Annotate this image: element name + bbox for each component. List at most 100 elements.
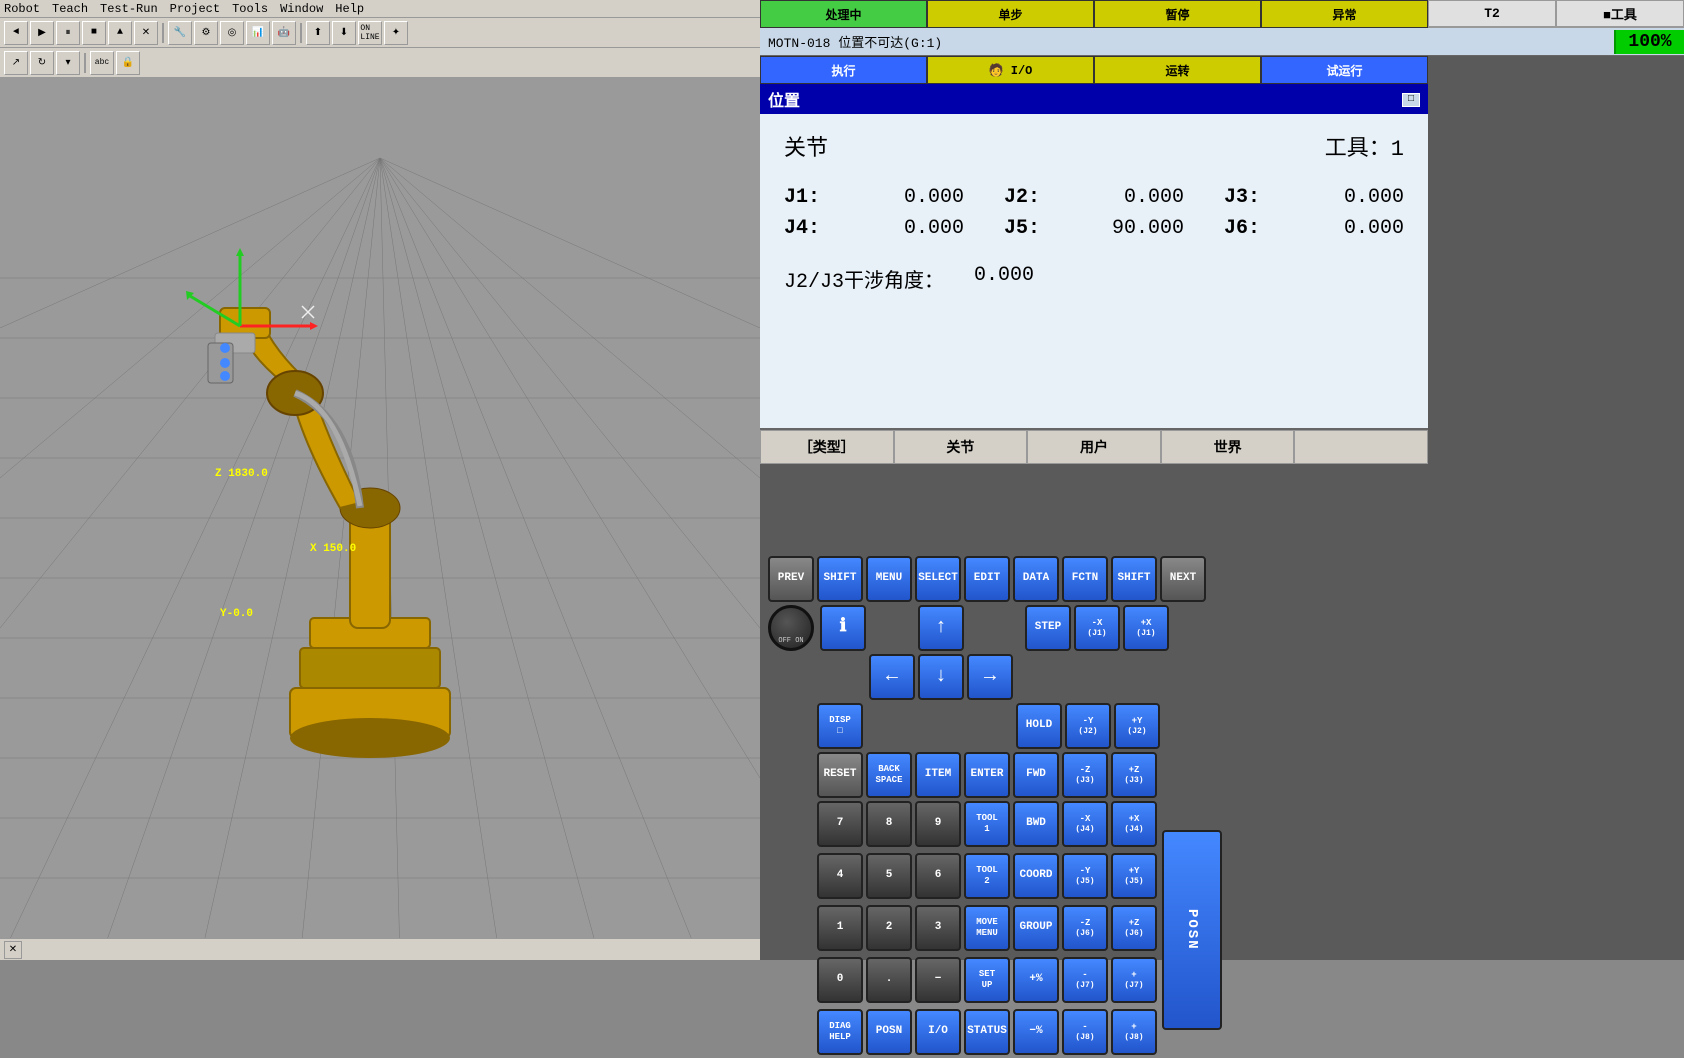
minus-x-j4-button[interactable]: -X(J4) [1062, 801, 1108, 847]
status-processing[interactable]: 处理中 [760, 0, 927, 28]
num-minus[interactable]: − [915, 957, 961, 1003]
hold-button[interactable]: HOLD [1016, 703, 1062, 749]
tb2-rotate[interactable]: ↻ [30, 51, 54, 75]
num-5[interactable]: 5 [866, 853, 912, 899]
plus-y-j2-button[interactable]: +Y(J2) [1114, 703, 1160, 749]
setup-button[interactable]: SETUP [964, 957, 1010, 1003]
status-button[interactable]: STATUS [964, 1009, 1010, 1055]
num-7[interactable]: 7 [817, 801, 863, 847]
num-1[interactable]: 1 [817, 905, 863, 951]
io-btn[interactable]: 🧑 I/O [927, 56, 1094, 84]
move-menu-button[interactable]: MOVEMENU [964, 905, 1010, 951]
tb-play[interactable]: ▶ [30, 21, 54, 45]
fctn-button[interactable]: FCTN [1062, 556, 1108, 602]
backspace-button[interactable]: BACKSPACE [866, 752, 912, 798]
fwd-button[interactable]: FWD [1013, 752, 1059, 798]
minus-z-j6-button[interactable]: -Z(J6) [1062, 905, 1108, 951]
tb-step-up[interactable]: ▲ [108, 21, 132, 45]
posn-button[interactable]: POSN [866, 1009, 912, 1055]
posn-big-button[interactable]: POSN [1162, 830, 1222, 1030]
shift-right-button[interactable]: SHIFT [1111, 556, 1157, 602]
num-6[interactable]: 6 [915, 853, 961, 899]
run-btn[interactable]: 运转 [1094, 56, 1261, 84]
arrow-left-button[interactable]: ← [869, 654, 915, 700]
step-button[interactable]: STEP [1025, 605, 1071, 651]
bwd-button[interactable]: BWD [1013, 801, 1059, 847]
next-button[interactable]: NEXT [1160, 556, 1206, 602]
num-3[interactable]: 3 [915, 905, 961, 951]
tb-extra[interactable]: ✦ [384, 21, 408, 45]
reset-button[interactable]: RESET [817, 752, 863, 798]
tb-stop[interactable]: ■ [82, 21, 106, 45]
status-pause[interactable]: 暂停 [1094, 0, 1261, 28]
tab-empty[interactable] [1294, 430, 1428, 464]
shift-left-button[interactable]: SHIFT [817, 556, 863, 602]
menu-robot[interactable]: Robot [4, 2, 40, 16]
group-button[interactable]: GROUP [1013, 905, 1059, 951]
plus-percent-button[interactable]: +% [1013, 957, 1059, 1003]
plus-z-j6-button[interactable]: +Z(J6) [1111, 905, 1157, 951]
tab-world[interactable]: 世界 [1161, 430, 1295, 464]
menu-help[interactable]: Help [335, 2, 364, 16]
tb-pause[interactable]: ⏸ [56, 21, 80, 45]
plus-x-j1-button[interactable]: +X(J1) [1123, 605, 1169, 651]
tb-robot-icon[interactable]: 🤖 [272, 21, 296, 45]
tb2-text[interactable]: abc [90, 51, 114, 75]
tb2-lock[interactable]: 🔒 [116, 51, 140, 75]
minus-j7-button[interactable]: -(J7) [1062, 957, 1108, 1003]
status-close-button[interactable]: ✕ [4, 941, 22, 959]
plus-j7-button[interactable]: +(J7) [1111, 957, 1157, 1003]
plus-j8-button[interactable]: +(J8) [1111, 1009, 1157, 1055]
tab-user[interactable]: 用户 [1027, 430, 1161, 464]
menu-testrun[interactable]: Test-Run [100, 2, 158, 16]
minus-y-j5-button[interactable]: -Y(J5) [1062, 853, 1108, 899]
plus-y-j5-button[interactable]: +Y(J5) [1111, 853, 1157, 899]
io-key-button[interactable]: I/O [915, 1009, 961, 1055]
item-button[interactable]: ITEM [915, 752, 961, 798]
plus-x-j4-button[interactable]: +X(J4) [1111, 801, 1157, 847]
menu-button[interactable]: MENU [866, 556, 912, 602]
num-0[interactable]: 0 [817, 957, 863, 1003]
arrow-up-button[interactable]: ↑ [918, 605, 964, 651]
select-button[interactable]: SELECT [915, 556, 961, 602]
diag-help-button[interactable]: DIAGHELP [817, 1009, 863, 1055]
num-8[interactable]: 8 [866, 801, 912, 847]
tb-monitor[interactable]: 📊 [246, 21, 270, 45]
tb-close[interactable]: ✕ [134, 21, 158, 45]
tb-download[interactable]: ⬇ [332, 21, 356, 45]
tb-settings[interactable]: ⚙ [194, 21, 218, 45]
menu-project[interactable]: Project [170, 2, 220, 16]
tab-joint[interactable]: 关节 [894, 430, 1028, 464]
disp-button[interactable]: DISP□ [817, 703, 863, 749]
num-4[interactable]: 4 [817, 853, 863, 899]
minus-z-j3-button[interactable]: -Z(J3) [1062, 752, 1108, 798]
minus-percent-button[interactable]: −% [1013, 1009, 1059, 1055]
tb-arrow-left[interactable]: ◄ [4, 21, 28, 45]
tb-upload[interactable]: ⬆ [306, 21, 330, 45]
status-alarm[interactable]: 异常 [1261, 0, 1428, 28]
tab-type[interactable]: ［类型］ [760, 430, 894, 464]
coord-button[interactable]: COORD [1013, 853, 1059, 899]
arrow-right-button[interactable]: → [967, 654, 1013, 700]
minus-x-j1-button[interactable]: -X(J1) [1074, 605, 1120, 651]
exec-btn[interactable]: 执行 [760, 56, 927, 84]
menu-window[interactable]: Window [280, 2, 323, 16]
tb2-cursor[interactable]: ↗ [4, 51, 28, 75]
num-9[interactable]: 9 [915, 801, 961, 847]
num-2[interactable]: 2 [866, 905, 912, 951]
data-button[interactable]: DATA [1013, 556, 1059, 602]
tb-online[interactable]: ONLINE [358, 21, 382, 45]
prev-button[interactable]: PREV [768, 556, 814, 602]
trial-btn[interactable]: 试运行 [1261, 56, 1428, 84]
edit-button[interactable]: EDIT [964, 556, 1010, 602]
tb-target[interactable]: ◎ [220, 21, 244, 45]
info-button[interactable]: ℹ [820, 605, 866, 651]
maximize-button[interactable]: □ [1402, 93, 1420, 107]
tool2-button[interactable]: TOOL2 [964, 853, 1010, 899]
minus-y-j2-button[interactable]: -Y(J2) [1065, 703, 1111, 749]
tb-teach[interactable]: 🔧 [168, 21, 192, 45]
num-dot[interactable]: . [866, 957, 912, 1003]
minus-j8-button[interactable]: -(J8) [1062, 1009, 1108, 1055]
enter-button[interactable]: ENTER [964, 752, 1010, 798]
status-step[interactable]: 单步 [927, 0, 1094, 28]
